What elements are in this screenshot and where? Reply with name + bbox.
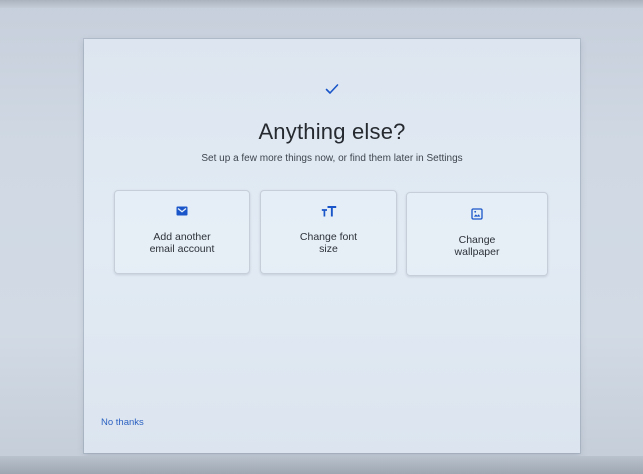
icon-wrap	[261, 206, 396, 220]
add-email-account-label: Add another email account	[121, 231, 243, 255]
wallpaper-icon	[471, 208, 483, 220]
label-line-1: Change	[458, 234, 496, 246]
label-line-2: size	[319, 243, 338, 255]
font-size-icon	[321, 206, 336, 217]
change-wallpaper-label: Change wallpaper	[413, 234, 541, 258]
check-container	[84, 82, 580, 100]
icon-wrap	[407, 208, 547, 222]
change-font-size-label: Change font size	[267, 231, 390, 255]
monitor-bezel-bottom	[0, 456, 643, 474]
label-line-2: wallpaper	[454, 246, 500, 258]
page-subtitle: Set up a few more things now, or find th…	[201, 153, 463, 164]
label-line-1: Change font	[299, 231, 358, 243]
icon-wrap	[115, 206, 249, 220]
label-line-2: email account	[149, 243, 215, 255]
label-line-1: Add another	[153, 231, 211, 243]
mail-icon	[176, 206, 188, 216]
change-wallpaper-button[interactable]: Change wallpaper	[406, 192, 548, 276]
monitor-bezel-top	[0, 0, 643, 8]
page-title: Anything else?	[258, 119, 406, 144]
setup-screen: Anything else? Set up a few more things …	[84, 39, 580, 453]
no-thanks-button[interactable]: No thanks	[101, 417, 144, 428]
change-font-size-button[interactable]: Change font size	[260, 190, 397, 274]
checkmark-icon	[325, 84, 339, 94]
add-email-account-button[interactable]: Add another email account	[114, 190, 250, 274]
